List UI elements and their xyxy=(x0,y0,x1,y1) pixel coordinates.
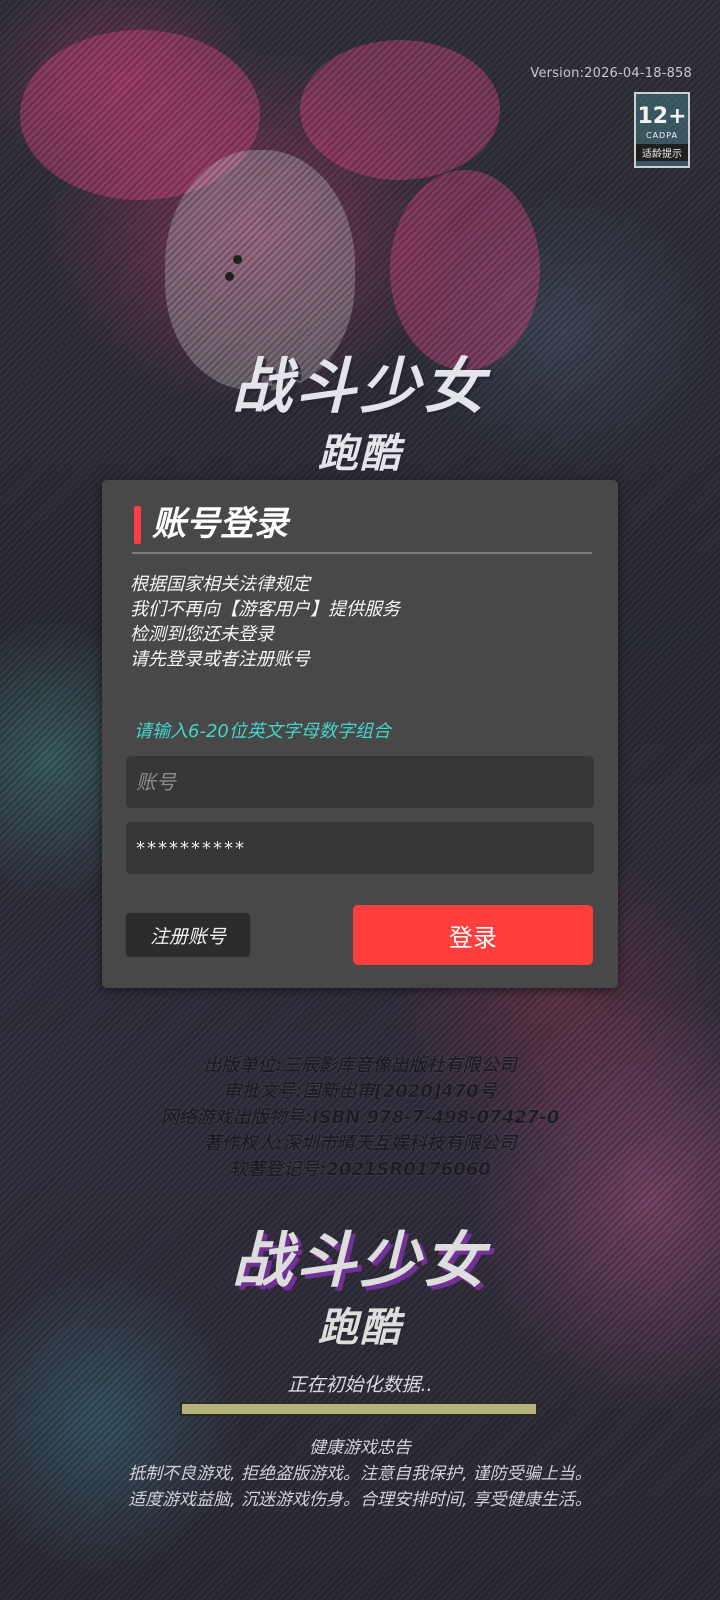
logo-subtitle: 跑酷 xyxy=(318,431,402,477)
publishing-line: 软著登记号:2021SR0176060 xyxy=(229,1159,491,1180)
eye-dot xyxy=(225,272,234,281)
input-hint: 请输入6-20位英文字母数字组合 xyxy=(134,721,391,742)
age-rating-badge[interactable]: 12+ CADPA 适龄提示 xyxy=(634,92,690,168)
notice-line: 检测到您还未登录 xyxy=(130,624,274,645)
eye-dot xyxy=(233,255,242,264)
advice-line: 抵制不良游戏, 拒绝盗版游戏。注意自我保护, 谨防受骗上当。 xyxy=(128,1464,592,1484)
health-advice: 健康游戏忠告 抵制不良游戏, 拒绝盗版游戏。注意自我保护, 谨防受骗上当。 适度… xyxy=(0,1435,720,1513)
login-title: 账号登录 xyxy=(134,504,288,544)
publishing-info: 出版单位:三辰影库音像出版社有限公司 审批文号:国新出审[2020]470号 网… xyxy=(0,1053,720,1183)
notice-line: 根据国家相关法律规定 xyxy=(130,574,310,595)
publishing-line: 网络游戏出版物号:ISBN 978-7-498-07427-0 xyxy=(160,1107,560,1128)
game-logo-bottom: 战斗少女 跑酷 xyxy=(190,1212,530,1353)
logo-title: 战斗少女 xyxy=(232,352,488,422)
account-input[interactable] xyxy=(126,756,594,808)
advice-title: 健康游戏忠告 xyxy=(309,1438,411,1458)
password-input[interactable] xyxy=(126,822,594,874)
divider xyxy=(132,552,592,554)
loading-text: 正在初始化数据.. xyxy=(287,1374,433,1396)
login-dialog: 账号登录 根据国家相关法律规定 我们不再向【游客用户】提供服务 检测到您还未登录… xyxy=(102,480,618,988)
advice-line: 适度游戏益脑, 沉迷游戏伤身。合理安排时间, 享受健康生活。 xyxy=(128,1490,592,1510)
age-rating-number: 12+ xyxy=(637,104,687,129)
notice-line: 我们不再向【游客用户】提供服务 xyxy=(130,599,400,620)
publishing-line: 出版单位:三辰影库音像出版社有限公司 xyxy=(203,1055,517,1076)
loading-progress-fill xyxy=(182,1404,536,1414)
age-rating-org: CADPA xyxy=(645,131,678,140)
game-logo: 战斗少女 跑酷 xyxy=(200,338,520,479)
hair-decoration xyxy=(20,30,260,200)
version-label: Version:2026-04-18-858 xyxy=(530,66,692,81)
logo-title: 战斗少女 xyxy=(232,1226,488,1296)
hair-decoration xyxy=(300,40,500,180)
loading-progress-bar xyxy=(180,1402,538,1416)
register-button[interactable]: 注册账号 xyxy=(126,913,250,957)
logo-subtitle: 跑酷 xyxy=(318,1305,402,1351)
publishing-line: 著作权人:深圳市晴天互娱科技有限公司 xyxy=(203,1133,517,1154)
login-notice: 根据国家相关法律规定 我们不再向【游客用户】提供服务 检测到您还未登录 请先登录… xyxy=(130,572,400,672)
notice-line: 请先登录或者注册账号 xyxy=(130,649,310,670)
age-rating-tip: 适龄提示 xyxy=(636,144,688,161)
publishing-line: 审批文号:国新出审[2020]470号 xyxy=(223,1081,497,1102)
login-button[interactable]: 登录 xyxy=(353,905,593,965)
